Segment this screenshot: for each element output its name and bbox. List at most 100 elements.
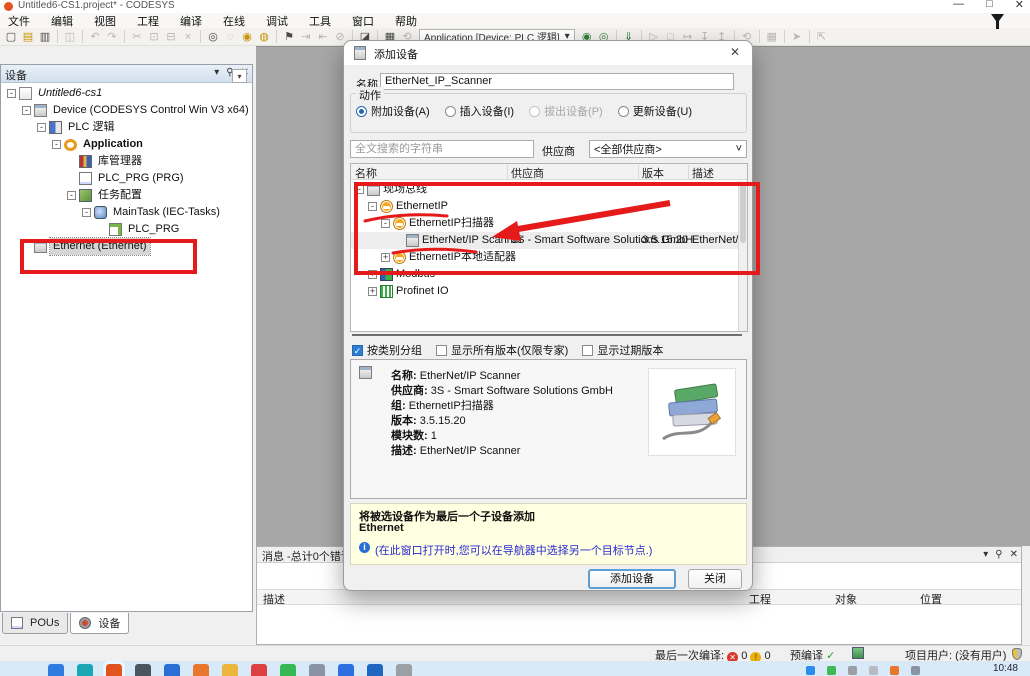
vertical-scrollbar[interactable] xyxy=(738,181,747,331)
expander-icon[interactable]: + xyxy=(368,287,377,296)
expander-icon[interactable]: - xyxy=(7,89,16,98)
undo-icon[interactable]: ↶ xyxy=(87,29,103,45)
panel-menu-icon[interactable]: ▾ xyxy=(983,549,988,560)
menu-item[interactable]: 工程 xyxy=(137,13,159,29)
taskbar-app3-icon[interactable] xyxy=(251,664,267,676)
action-radio[interactable]: 更新设备(U) xyxy=(618,103,692,119)
taskbar-start-icon[interactable] xyxy=(48,664,64,676)
expander-icon[interactable]: - xyxy=(355,185,364,194)
dialog-close-button[interactable]: ✕ xyxy=(730,45,740,59)
expander-icon[interactable]: - xyxy=(22,106,31,115)
toolbar-icon[interactable] xyxy=(82,30,83,43)
view-tab[interactable]: POUs xyxy=(2,613,68,634)
toolbar-icon[interactable] xyxy=(759,30,760,43)
fulltext-search-input[interactable]: 全文搜索的字符串 xyxy=(350,140,534,158)
taskbar-app5-icon[interactable] xyxy=(309,664,325,676)
tray-icon-4[interactable] xyxy=(869,666,878,675)
filter-checkbox[interactable]: 显示所有版本(仅限专家) xyxy=(436,342,568,358)
messages-column-header[interactable]: 描述 xyxy=(263,591,285,607)
toolbar-icon[interactable] xyxy=(276,30,277,43)
messages-column-header[interactable]: 对象 xyxy=(835,591,857,607)
tree-item[interactable]: Ethernet (Ethernet) xyxy=(1,238,252,255)
replace-in-project-icon[interactable]: ◍ xyxy=(256,29,272,45)
taskbar-app6-icon[interactable] xyxy=(338,664,354,676)
Profinet IO[interactable]: + Profinet IO xyxy=(351,283,739,300)
EthernetIP扫描器[interactable]: - EthernetIP扫描器 xyxy=(351,215,739,232)
tray-icon-5[interactable] xyxy=(890,666,899,675)
splitter-handle[interactable] xyxy=(352,334,742,336)
tray-icon-3[interactable] xyxy=(848,666,857,675)
watch-table-icon[interactable]: ▦ xyxy=(764,29,780,45)
delete-icon[interactable]: × xyxy=(180,29,196,45)
tree-item[interactable]: - 任务配置 xyxy=(1,187,252,204)
taskbar-system-icon[interactable] xyxy=(135,664,151,676)
messages-column-header[interactable]: 工程 xyxy=(749,591,771,607)
device-root-dropdown[interactable]: ▾ xyxy=(232,69,247,83)
column-header[interactable]: 名称 xyxy=(355,165,377,181)
toolbar-icon[interactable] xyxy=(200,30,201,43)
taskbar-clock[interactable]: 10:48 xyxy=(993,663,1018,674)
column-header[interactable]: 供应商 xyxy=(511,165,544,181)
panel-menu-icon[interactable]: ▾ xyxy=(214,67,219,78)
toolbar-icon[interactable] xyxy=(124,30,125,43)
filter-checkbox[interactable]: 显示过期版本 xyxy=(582,342,663,358)
menu-item[interactable]: 文件 xyxy=(8,13,30,29)
menu-item[interactable]: 帮助 xyxy=(395,13,417,29)
pointer-mode-icon[interactable]: ➤ xyxy=(789,29,805,45)
expander-icon[interactable]: - xyxy=(52,140,61,149)
paste-icon[interactable]: ⊟ xyxy=(163,29,179,45)
menu-item[interactable]: 视图 xyxy=(94,13,116,29)
tree-item[interactable]: - Untitled6-cs1 xyxy=(1,85,252,102)
menu-item[interactable]: 编辑 xyxy=(51,13,73,29)
filter-checkbox[interactable]: ✓ 按类别分组 xyxy=(352,342,422,358)
taskbar-folder-icon[interactable] xyxy=(222,664,238,676)
tree-item[interactable]: PLC_PRG (PRG) xyxy=(1,170,252,187)
vendor-select[interactable]: <全部供应商> ˅ xyxy=(589,140,747,158)
menu-item[interactable]: 调试 xyxy=(266,13,288,29)
taskbar-app1-icon[interactable] xyxy=(164,664,180,676)
close-icon[interactable]: ✕ xyxy=(1010,549,1018,560)
menu-item[interactable]: 编译 xyxy=(180,13,202,29)
pin-icon[interactable]: ⚲ xyxy=(995,549,1002,560)
tree-item[interactable]: - MainTask (IEC-Tasks) xyxy=(1,204,252,221)
tray-icon-6[interactable] xyxy=(911,666,920,675)
tree-item[interactable]: - PLC 逻辑 xyxy=(1,119,252,136)
toolbar-icon[interactable] xyxy=(57,30,58,43)
print-icon[interactable]: ◫ xyxy=(62,29,78,45)
taskbar-app4-icon[interactable] xyxy=(280,664,296,676)
tree-item[interactable]: PLC_PRG xyxy=(1,221,252,238)
view-tab[interactable]: 设备 xyxy=(70,613,129,634)
taskbar-app7-icon[interactable] xyxy=(396,664,412,676)
expander-icon[interactable]: - xyxy=(368,202,377,211)
taskbar-vs-icon[interactable] xyxy=(367,664,383,676)
tray-icon-1[interactable] xyxy=(806,666,815,675)
find-next-icon[interactable]: ◌ xyxy=(222,29,238,45)
tree-item[interactable]: 库管理器 xyxy=(1,153,252,170)
action-radio[interactable]: 插入设备(I) xyxy=(445,103,514,119)
cut-icon[interactable]: ✂ xyxy=(129,29,145,45)
menu-item[interactable]: 窗口 xyxy=(352,13,374,29)
expander-icon[interactable]: + xyxy=(368,270,377,279)
action-radio[interactable]: 拔出设备(P) xyxy=(529,103,603,119)
copy-icon[interactable]: ⊡ xyxy=(146,29,162,45)
action-radio[interactable]: 附加设备(A) xyxy=(356,103,430,119)
maximize-button[interactable]: □ xyxy=(986,0,993,11)
expander-icon[interactable]: - xyxy=(381,219,390,228)
EthernetIP[interactable]: - EthernetIP xyxy=(351,198,739,215)
find-in-project-icon[interactable]: ◉ xyxy=(239,29,255,45)
tree-item[interactable]: - Device (CODESYS Control Win V3 x64) xyxy=(1,102,252,119)
bookmark-prev-icon[interactable]: ⇤ xyxy=(315,29,331,45)
taskbar-browser-icon[interactable] xyxy=(77,664,93,676)
scope-icon[interactable]: ⇱ xyxy=(814,29,830,45)
taskbar-app2-icon[interactable] xyxy=(193,664,209,676)
redo-icon[interactable]: ↷ xyxy=(104,29,120,45)
toolbar-icon[interactable] xyxy=(784,30,785,43)
Modbus[interactable]: + Modbus xyxy=(351,266,739,283)
tree-item[interactable]: - Application xyxy=(1,136,252,153)
minimize-button[interactable]: — xyxy=(953,0,964,11)
dialog-close-footer-button[interactable]: 关闭 xyxy=(688,569,742,589)
expander-icon[interactable]: - xyxy=(82,208,91,217)
new-file-icon[interactable]: ▢ xyxy=(3,29,19,45)
taskbar-codesys-icon[interactable] xyxy=(106,664,122,676)
expander-icon[interactable]: - xyxy=(37,123,46,132)
